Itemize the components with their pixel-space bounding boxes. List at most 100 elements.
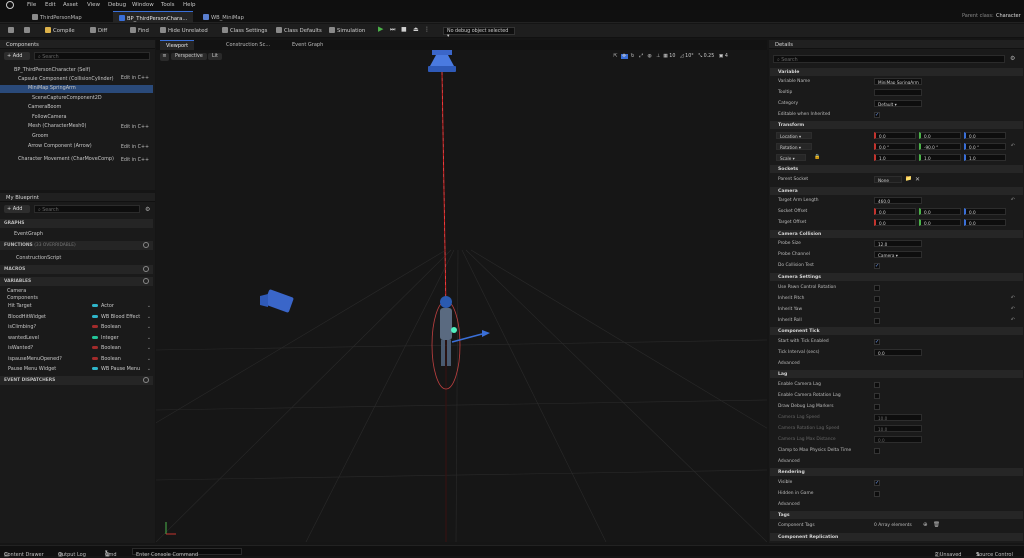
select-icon[interactable]: ⇱ xyxy=(612,54,619,59)
menu-asset[interactable]: Asset xyxy=(63,2,78,8)
section-lag[interactable]: Lag xyxy=(770,370,1023,378)
class-defaults-button[interactable]: Class Defaults xyxy=(276,27,322,34)
section-camera-collision[interactable]: Camera Collision xyxy=(770,230,1023,238)
location-x[interactable]: 0.0 xyxy=(874,132,916,139)
variable-type[interactable]: Boolean xyxy=(92,356,121,362)
variable-type[interactable]: WB Pause Menu xyxy=(92,366,140,372)
add-tag-icon[interactable]: ⊕ xyxy=(923,522,928,528)
probe-size-input[interactable]: 12.0 xyxy=(874,240,922,247)
menu-debug[interactable]: Debug xyxy=(108,2,126,8)
lock-icon[interactable]: 🔒 xyxy=(814,154,820,160)
variable-row[interactable]: ispauseMenuOpened? Boolean ⌄ xyxy=(8,356,153,362)
var-category-camera[interactable]: Camera xyxy=(7,288,26,294)
visibility-eye-icon[interactable]: ⌄ xyxy=(147,366,151,372)
add-function-icon[interactable] xyxy=(143,242,149,248)
add-variable-icon[interactable] xyxy=(143,278,149,284)
details-settings-icon[interactable]: ⚙ xyxy=(1010,55,1015,62)
menu-edit[interactable]: Edit xyxy=(45,2,56,8)
rotation-z[interactable]: 0.0 ° xyxy=(964,143,1006,150)
target-offset-x[interactable]: 0.0 xyxy=(874,219,916,226)
reset-yaw-icon[interactable]: ↶ xyxy=(1011,306,1015,312)
tab-viewport[interactable]: Viewport xyxy=(160,40,195,50)
blueprint-search-input[interactable]: ⌕ Search xyxy=(34,205,140,213)
inherit-roll-checkbox[interactable] xyxy=(874,317,880,324)
rotation-snap-value[interactable]: 10° xyxy=(685,54,694,59)
class-settings-button[interactable]: Class Settings xyxy=(222,27,267,34)
hidden-in-game-checkbox[interactable] xyxy=(874,490,880,497)
section-camera[interactable]: Camera xyxy=(770,187,1023,195)
row-advanced-tick[interactable]: Advanced xyxy=(770,359,1023,369)
camera-speed-icon[interactable]: ▣ xyxy=(719,54,724,59)
add-dispatcher-icon[interactable] xyxy=(143,377,149,383)
surface-snap-icon[interactable]: ⊥ xyxy=(655,54,662,59)
play-icon[interactable]: ▶ xyxy=(378,25,383,33)
location-y[interactable]: 0.0 xyxy=(919,132,961,139)
visibility-eye-icon[interactable]: ⌄ xyxy=(147,345,151,351)
row-advanced-lag[interactable]: Advanced xyxy=(770,457,1023,467)
variable-name-input[interactable]: MiniMap SpringArm xyxy=(874,78,922,85)
scale-x[interactable]: 1.0 xyxy=(874,154,916,161)
variable-type[interactable]: WB Blood Effect xyxy=(92,314,140,320)
details-search-input[interactable]: ⌕ Search xyxy=(773,55,1005,63)
socket-offset-y[interactable]: 0.0 xyxy=(919,208,961,215)
rotation-y[interactable]: -90.0 ° xyxy=(919,143,961,150)
graph-eventgraph[interactable]: EventGraph xyxy=(14,231,43,237)
location-select[interactable]: Location ▾ xyxy=(776,132,812,139)
visible-checkbox[interactable]: ✓ xyxy=(874,479,880,486)
components-add-button[interactable]: + Add xyxy=(4,52,30,60)
target-arm-length-input[interactable]: 460.0 xyxy=(874,197,922,204)
edit-in-cpp-capsule[interactable]: Edit in C++ xyxy=(121,76,149,81)
target-offset-y[interactable]: 0.0 xyxy=(919,219,961,226)
edit-in-cpp-mesh[interactable]: Edit in C++ xyxy=(121,125,149,130)
browse-socket-icon[interactable]: 📁 xyxy=(905,176,912,182)
socket-offset-x[interactable]: 0.0 xyxy=(874,208,916,215)
camera-icon[interactable] xyxy=(260,289,294,313)
visibility-eye-icon[interactable]: ⌄ xyxy=(147,356,151,362)
component-minimap-springarm[interactable]: MiniMap SpringArm xyxy=(0,85,153,93)
variable-type[interactable]: Boolean xyxy=(92,345,121,351)
section-tags[interactable]: Tags xyxy=(770,511,1023,519)
section-macros[interactable]: MACROS xyxy=(0,265,153,274)
rotation-snap-icon[interactable]: ◿ xyxy=(680,54,684,59)
menu-view[interactable]: View xyxy=(87,2,100,8)
tab-construction-script[interactable]: Construction Sc... xyxy=(220,40,276,50)
gear-icon[interactable]: ⚙ xyxy=(145,206,150,213)
rotation-x[interactable]: 0.0 ° xyxy=(874,143,916,150)
visibility-eye-icon[interactable]: ⌄ xyxy=(147,314,151,320)
edit-in-cpp-movement[interactable]: Edit in C++ xyxy=(121,158,149,163)
stop-icon[interactable]: ■ xyxy=(401,26,407,33)
lit-button[interactable]: Lit xyxy=(208,53,222,60)
more-options-icon[interactable]: ⋮ xyxy=(424,26,430,33)
section-sockets[interactable]: Sockets xyxy=(770,165,1023,173)
save-icon[interactable] xyxy=(8,27,16,34)
category-select[interactable]: Default ▾ xyxy=(874,100,922,107)
scale-icon[interactable]: ⤢ xyxy=(638,53,645,59)
variable-type[interactable]: Integer xyxy=(92,335,119,341)
tooltip-input[interactable] xyxy=(874,89,922,96)
probe-channel-select[interactable]: Camera ▾ xyxy=(874,251,922,258)
component-followcamera[interactable]: FollowCamera xyxy=(32,114,67,120)
start-tick-checkbox[interactable]: ✓ xyxy=(874,338,880,345)
section-component-tick[interactable]: Component Tick xyxy=(770,327,1023,335)
diff-button[interactable]: Diff xyxy=(90,27,107,34)
step-icon[interactable]: ⏭ xyxy=(390,26,395,34)
menu-file[interactable]: File xyxy=(27,2,36,8)
clamp-physics-checkbox[interactable] xyxy=(874,447,880,454)
menu-help[interactable]: Help xyxy=(183,2,196,8)
reset-pitch-icon[interactable]: ↶ xyxy=(1011,295,1015,301)
cmd-button[interactable]: ▦ Cmd ▾ xyxy=(105,549,117,558)
browse-icon[interactable] xyxy=(24,27,32,34)
component-arrow[interactable]: Arrow Component (Arrow) xyxy=(28,143,92,149)
scale-snap-icon[interactable]: ⤡ xyxy=(698,54,702,59)
use-pawn-checkbox[interactable] xyxy=(874,284,880,291)
console-input[interactable]: Enter Console Command xyxy=(132,548,242,558)
blueprint-add-button[interactable]: + Add xyxy=(4,205,30,213)
edit-in-cpp-arrow[interactable]: Edit in C++ xyxy=(121,145,149,150)
variable-row[interactable]: BloodHitWidget WB Blood Effect ⌄ xyxy=(8,314,153,320)
find-button[interactable]: Find xyxy=(130,27,149,34)
reset-arm-length-icon[interactable]: ↶ xyxy=(1011,197,1015,203)
reset-roll-icon[interactable]: ↶ xyxy=(1011,317,1015,323)
tab-wb-minimap[interactable]: WB_MiniMap xyxy=(197,11,250,23)
do-collision-checkbox[interactable]: ✓ xyxy=(874,262,880,269)
inherit-pitch-checkbox[interactable] xyxy=(874,295,880,302)
